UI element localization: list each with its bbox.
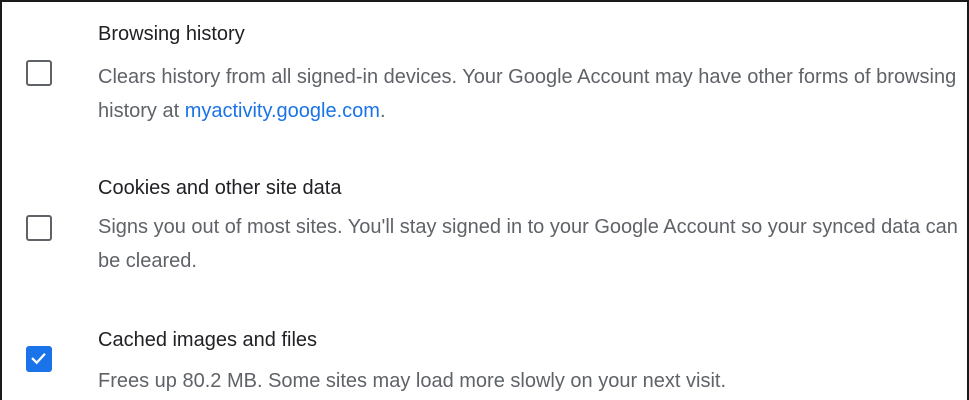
cached-images-checkbox[interactable] (26, 346, 52, 372)
cached-images-description: Frees up 80.2 MB. Some sites may load mo… (98, 370, 727, 392)
cached-images-title: Cached images and files (98, 329, 318, 351)
clear-browsing-data-panel: Browsing history Clears history from all… (0, 0, 969, 400)
browsing-history-checkbox[interactable] (26, 60, 52, 86)
browsing-history-description-suffix: . (379, 100, 386, 122)
checkmark-icon (31, 353, 46, 365)
browsing-history-title: Browsing history (98, 23, 245, 45)
myactivity-link[interactable]: myactivity.google.com (185, 100, 380, 122)
cookies-checkbox[interactable] (26, 215, 52, 241)
cookies-title: Cookies and other site data (98, 177, 342, 199)
browsing-history-description: Clears history from all signed-in device… (98, 60, 960, 128)
cookies-description: Signs you out of most sites. You'll stay… (98, 216, 958, 272)
